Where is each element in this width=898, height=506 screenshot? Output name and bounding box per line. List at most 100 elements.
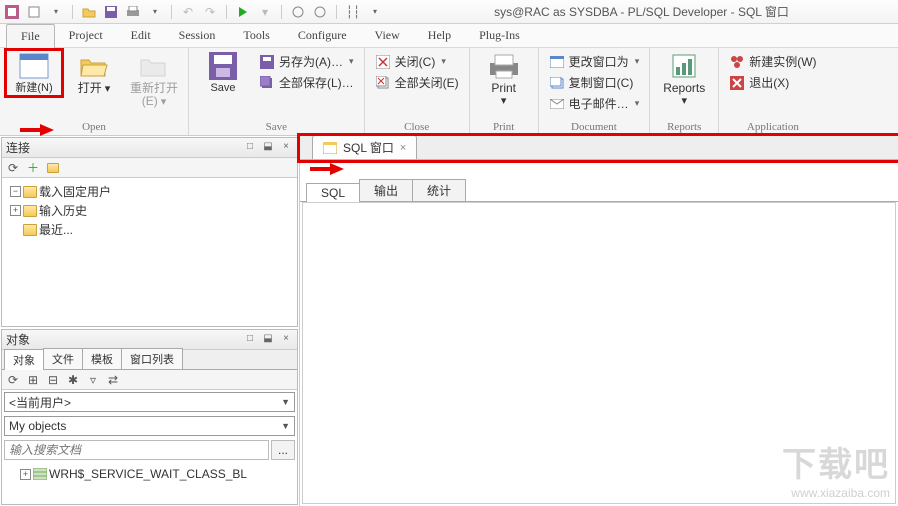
refresh-icon[interactable]: ⟳: [6, 161, 20, 175]
objects-tree[interactable]: +WRH$_SERVICE_WAIT_CLASS_BL: [2, 462, 297, 504]
qat-dropdown-icon[interactable]: ▾: [367, 4, 383, 20]
tab-templates[interactable]: 模板: [82, 348, 122, 369]
subtab-output[interactable]: 输出: [359, 179, 413, 201]
app-icon: [4, 4, 20, 20]
panel-restore-icon[interactable]: □: [243, 333, 257, 347]
qat-dropdown-icon[interactable]: ▾: [48, 4, 64, 20]
qat-print-icon[interactable]: [125, 4, 141, 20]
window-change-icon: [549, 54, 565, 70]
menu-project[interactable]: Project: [55, 24, 117, 47]
change-window-button[interactable]: 更改窗口为▾: [545, 52, 644, 71]
nav-icon[interactable]: ⇄: [106, 373, 120, 387]
sql-editor[interactable]: [302, 202, 896, 504]
qat-save-icon[interactable]: [103, 4, 119, 20]
save-all-button[interactable]: 全部保存(L)…: [255, 73, 358, 92]
reports-button[interactable]: Reports▾: [656, 50, 712, 109]
menu-bar: File Project Edit Session Tools Configur…: [0, 24, 898, 48]
close-all-button[interactable]: 全部关闭(E): [371, 73, 463, 92]
new-window-icon: [18, 52, 50, 80]
undo-icon[interactable]: ↶: [180, 4, 196, 20]
filter-icon[interactable]: ▿: [86, 373, 100, 387]
user-select[interactable]: <当前用户>▼: [4, 392, 295, 412]
panel-close-icon[interactable]: ×: [279, 141, 293, 155]
menu-help[interactable]: Help: [414, 24, 465, 47]
tab-window-list[interactable]: 窗口列表: [121, 348, 183, 369]
window-copy-icon: [549, 75, 565, 91]
redo-icon[interactable]: ↷: [202, 4, 218, 20]
exit-button[interactable]: 退出(X): [725, 73, 820, 92]
group-label-application: Application: [725, 120, 820, 135]
qat-dropdown-icon[interactable]: ▾: [147, 4, 163, 20]
reopen-button[interactable]: 重新打开(E) ▾: [126, 50, 182, 110]
expand-icon[interactable]: −: [10, 186, 21, 197]
expand-icon[interactable]: ⊞: [26, 373, 40, 387]
print-icon: [488, 52, 520, 80]
menu-tools[interactable]: Tools: [229, 24, 284, 47]
group-label-document: Document: [545, 120, 644, 135]
run-icon[interactable]: [235, 4, 251, 20]
panel-restore-icon[interactable]: □: [243, 141, 257, 155]
open-button[interactable]: 打开 ▾: [66, 50, 122, 97]
separator: [281, 5, 282, 19]
save-button[interactable]: Save: [195, 50, 251, 96]
title-bar: ▾ ▾ ↶ ↷ ▾ ┆┆ ▾ sys@RAC as SYSDBA - PL/SQ…: [0, 0, 898, 24]
separator: [72, 5, 73, 19]
refresh-icon[interactable]: ⟳: [6, 373, 20, 387]
new-icon[interactable]: ✱: [66, 373, 80, 387]
window-title: sys@RAC as SYSDBA - PL/SQL Developer - S…: [389, 3, 894, 20]
panel-pin-icon[interactable]: ⬓: [261, 333, 275, 347]
tab-objects[interactable]: 对象: [4, 349, 44, 370]
tree-item: 最近...: [4, 220, 295, 239]
copy-window-button[interactable]: 复制窗口(C): [545, 73, 644, 92]
print-button[interactable]: Print▾: [476, 50, 532, 109]
schema-select[interactable]: My objects▼: [4, 416, 295, 436]
folder-icon[interactable]: [46, 161, 60, 175]
tab-close-icon[interactable]: ×: [400, 142, 406, 154]
group-label-print: Print: [476, 120, 532, 135]
new-button[interactable]: 新建(N): [6, 50, 62, 96]
menu-view[interactable]: View: [361, 24, 414, 47]
rollback-icon[interactable]: [312, 4, 328, 20]
panel-close-icon[interactable]: ×: [279, 333, 293, 347]
folder-icon: [23, 186, 37, 198]
qat-open-icon[interactable]: [81, 4, 97, 20]
stop-icon[interactable]: ▾: [257, 4, 273, 20]
subtab-stats[interactable]: 统计: [412, 179, 466, 201]
subtab-sql[interactable]: SQL: [306, 183, 360, 202]
reports-icon: [668, 52, 700, 80]
menu-session[interactable]: Session: [165, 24, 230, 47]
search-more-button[interactable]: ...: [271, 440, 295, 460]
menu-plugins[interactable]: Plug-Ins: [465, 24, 534, 47]
connections-tree[interactable]: −载入固定用户 +输入历史 最近...: [2, 178, 297, 326]
save-as-icon: [259, 54, 275, 70]
main-area: SQL 窗口 × SQL 输出 统计: [300, 136, 898, 506]
separator: [336, 5, 337, 19]
qat-new-icon[interactable]: [26, 4, 42, 20]
menu-configure[interactable]: Configure: [284, 24, 361, 47]
search-input[interactable]: [4, 440, 269, 460]
objects-tabs: 对象 文件 模板 窗口列表: [2, 350, 297, 370]
add-icon[interactable]: ＋: [26, 161, 40, 175]
sql-window-icon: [323, 142, 337, 154]
expand-icon[interactable]: +: [10, 205, 21, 216]
email-button[interactable]: 电子邮件…▾: [545, 94, 644, 113]
document-tab[interactable]: SQL 窗口 ×: [312, 135, 417, 159]
save-as-button[interactable]: 另存为(A)…▾: [255, 52, 358, 71]
close-button[interactable]: 关闭(C)▾: [371, 52, 463, 71]
separator: [226, 5, 227, 19]
commit-icon[interactable]: [290, 4, 306, 20]
panel-pin-icon[interactable]: ⬓: [261, 141, 275, 155]
sql-sub-tabs: SQL 输出 统计: [300, 180, 898, 202]
folder-open-icon: [78, 52, 110, 80]
settings-icon[interactable]: ┆┆: [345, 4, 361, 20]
workspace: 连接 □ ⬓ × ⟳ ＋ −载入固定用户 +输入历史 最近... 对象 □ ⬓: [0, 136, 898, 506]
menu-edit[interactable]: Edit: [117, 24, 165, 47]
new-instance-button[interactable]: 新建实例(W): [725, 52, 820, 71]
expand-icon[interactable]: +: [20, 469, 31, 480]
collapse-icon[interactable]: ⊟: [46, 373, 60, 387]
tree-item: +WRH$_SERVICE_WAIT_CLASS_BL: [4, 466, 295, 482]
instance-icon: [729, 54, 745, 70]
menu-file[interactable]: File: [6, 24, 55, 48]
objects-title: 对象: [6, 331, 239, 348]
tab-files[interactable]: 文件: [43, 348, 83, 369]
